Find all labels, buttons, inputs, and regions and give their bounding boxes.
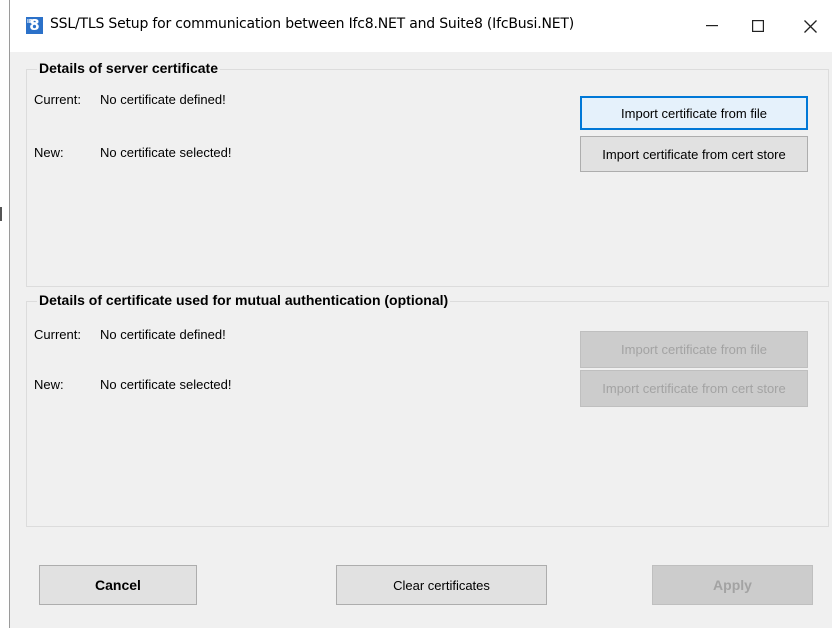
server-current-label: Current: [34,92,81,107]
mutual-current-value: No certificate defined! [100,327,226,342]
clear-certificates-button[interactable]: Clear certificates [336,565,547,605]
window-title: SSL/TLS Setup for communication between … [50,16,574,32]
mutual-group-title: Details of certificate used for mutual a… [37,292,451,308]
server-import-file-button[interactable]: Import certificate from file [580,96,808,130]
maximize-icon [752,20,764,32]
app-icon: IFC 8 [26,17,43,34]
maximize-button[interactable] [735,0,781,52]
close-icon [803,19,817,33]
server-certificate-group: Details of server certificate Current: N… [26,60,829,287]
mutual-import-store-button[interactable]: Import certificate from cert store [580,370,808,407]
close-button[interactable] [787,0,832,52]
minimize-button[interactable] [689,0,735,52]
server-new-label: New: [34,145,64,160]
server-current-value: No certificate defined! [100,92,226,107]
title-bar[interactable]: IFC 8 SSL/TLS Setup for communication be… [10,0,832,52]
mutual-current-label: Current: [34,327,81,342]
app-icon-caption: IFC [27,19,36,25]
mutual-new-value: No certificate selected! [100,377,232,392]
mutual-import-file-button[interactable]: Import certificate from file [580,331,808,368]
ssl-setup-dialog: IFC 8 SSL/TLS Setup for communication be… [9,0,832,628]
cancel-button[interactable]: Cancel [39,565,197,605]
server-new-value: No certificate selected! [100,145,232,160]
minimize-icon [706,25,718,27]
server-group-title: Details of server certificate [37,60,220,76]
apply-button[interactable]: Apply [652,565,813,605]
server-import-store-button[interactable]: Import certificate from cert store [580,136,808,172]
background-edge-mark [0,207,2,221]
mutual-new-label: New: [34,377,64,392]
mutual-auth-certificate-group: Details of certificate used for mutual a… [26,292,829,527]
